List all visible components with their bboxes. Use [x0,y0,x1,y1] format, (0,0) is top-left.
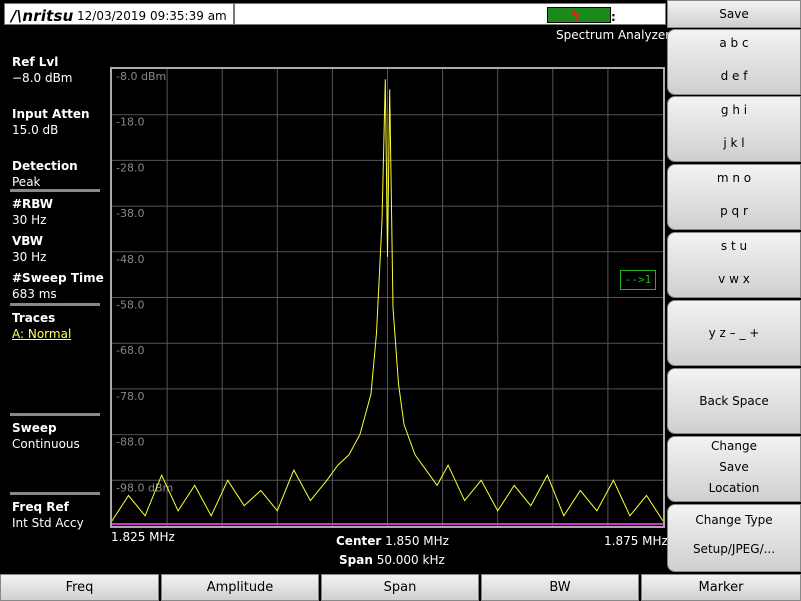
spectrum-graph[interactable]: -8.0 dBm -18.0 -28.0 -38.0 -48.0 -58.0 -68.0 -7… [110,67,665,528]
vbw-value: 30 Hz [12,250,47,264]
span-value: 50.000 kHz [376,553,445,567]
softkey-change-type[interactable]: Change Type Setup/JPEG/... [667,504,801,572]
softkey-line: a b c [719,36,749,50]
sweep-value: Continuous [12,437,80,451]
y-tick-label: -38.0 [116,207,144,220]
softkey-line: g h i [720,103,748,117]
brand-box: /\nritsu 12/03/2019 09:35:39 am [4,3,234,25]
softkey-back-space[interactable]: Back Space [667,368,801,434]
softkey-ghi-jkl[interactable]: g h i j k l [667,96,801,162]
divider [10,189,100,192]
stop-frequency: 1.875 MHz [604,534,668,548]
rbw-label[interactable]: #RBW [12,197,53,211]
menu-bw[interactable]: BW [481,574,639,601]
sweep-time-value: 683 ms [12,287,57,301]
softkey-line: m n o [716,171,752,185]
charging-bolt-icon: ϟ [570,6,581,25]
menu-freq[interactable]: Freq [0,574,159,601]
softkey-line: Setup/JPEG/... [692,542,776,556]
softkey-line: s t u [720,239,748,253]
menu-marker[interactable]: Marker [641,574,801,601]
softkey-line: d e f [720,69,748,83]
softkey-yz-symbols[interactable]: y z – _ + [667,300,801,366]
status-box: ϟ : [234,3,666,25]
traces-value[interactable]: A: Normal [12,327,71,341]
battery-tip-icon: : [611,10,616,24]
divider [10,413,100,416]
y-tick-label: -68.0 [116,344,144,357]
y-tick-label: -28.0 [116,161,144,174]
softkey-line: j k l [723,136,745,150]
softkey-line: v w x [718,272,750,286]
traces-label[interactable]: Traces [12,311,55,325]
softkey-line: p q r [720,204,748,218]
center-frequency: Center 1.850 MHz [336,534,449,548]
divider [10,303,100,306]
freq-ref-value: Int Std Accy [12,516,84,530]
y-tick-label: -18.0 [116,116,144,129]
ref-lvl-value: −8.0 dBm [12,71,73,85]
battery-icon: ϟ [547,6,611,25]
grid [112,69,663,526]
input-atten-label[interactable]: Input Atten [12,107,90,121]
datetime: 12/03/2019 09:35:39 am [77,9,227,23]
y-tick-label: -48.0 [116,253,144,266]
brand-logo: /\nritsu [11,7,74,25]
detection-label[interactable]: Detection [12,159,78,173]
rbw-value: 30 Hz [12,213,47,227]
vbw-label[interactable]: VBW [12,234,43,248]
menu-amplitude[interactable]: Amplitude [161,574,319,601]
y-tick-label: -8.0 dBm [116,70,166,83]
y-axis-labels: -8.0 dBm -18.0 -28.0 -38.0 -48.0 -58.0 -68.0 -7… [116,70,173,494]
menu-span[interactable]: Span [321,574,479,601]
freq-ref-label[interactable]: Freq Ref [12,500,69,514]
ref-lvl-label[interactable]: Ref Lvl [12,55,58,69]
softkey-line: Save [719,460,749,474]
sweep-label[interactable]: Sweep [12,421,57,435]
span-readout: Span 50.000 kHz [339,553,445,567]
center-value: 1.850 MHz [385,534,449,548]
softkey-title: Save [667,0,801,28]
softkey-mno-pqr[interactable]: m n o p q r [667,164,801,230]
start-frequency: 1.825 MHz [111,530,175,544]
softkey-abc-def[interactable]: a b c d e f [667,29,801,95]
spectrum-plot: -8.0 dBm -18.0 -28.0 -38.0 -48.0 -58.0 -68.0 -7… [112,69,663,526]
y-tick-label: -58.0 [116,299,144,312]
softkey-stu-vwx[interactable]: s t u v w x [667,232,801,298]
marker-reference-box[interactable]: -->1 [620,270,656,290]
y-tick-label: -98.0 dBm [116,481,173,494]
detection-value: Peak [12,175,41,189]
y-tick-label: -78.0 [116,390,144,403]
y-tick-label: -88.0 [116,436,144,449]
softkey-line: Location [708,481,760,495]
divider [10,492,100,495]
mode-title: Spectrum Analyzer [556,28,671,42]
top-bar: /\nritsu 12/03/2019 09:35:39 am ϟ : [0,0,666,28]
input-atten-value: 15.0 dB [12,123,59,137]
center-label: Center [336,534,382,548]
softkey-line: Change Type [695,513,773,527]
sweep-time-label[interactable]: #Sweep Time [12,271,104,285]
span-label: Span [339,553,373,567]
softkey-line: Change [711,439,757,453]
softkey-change-save-location[interactable]: Change Save Location [667,436,801,502]
